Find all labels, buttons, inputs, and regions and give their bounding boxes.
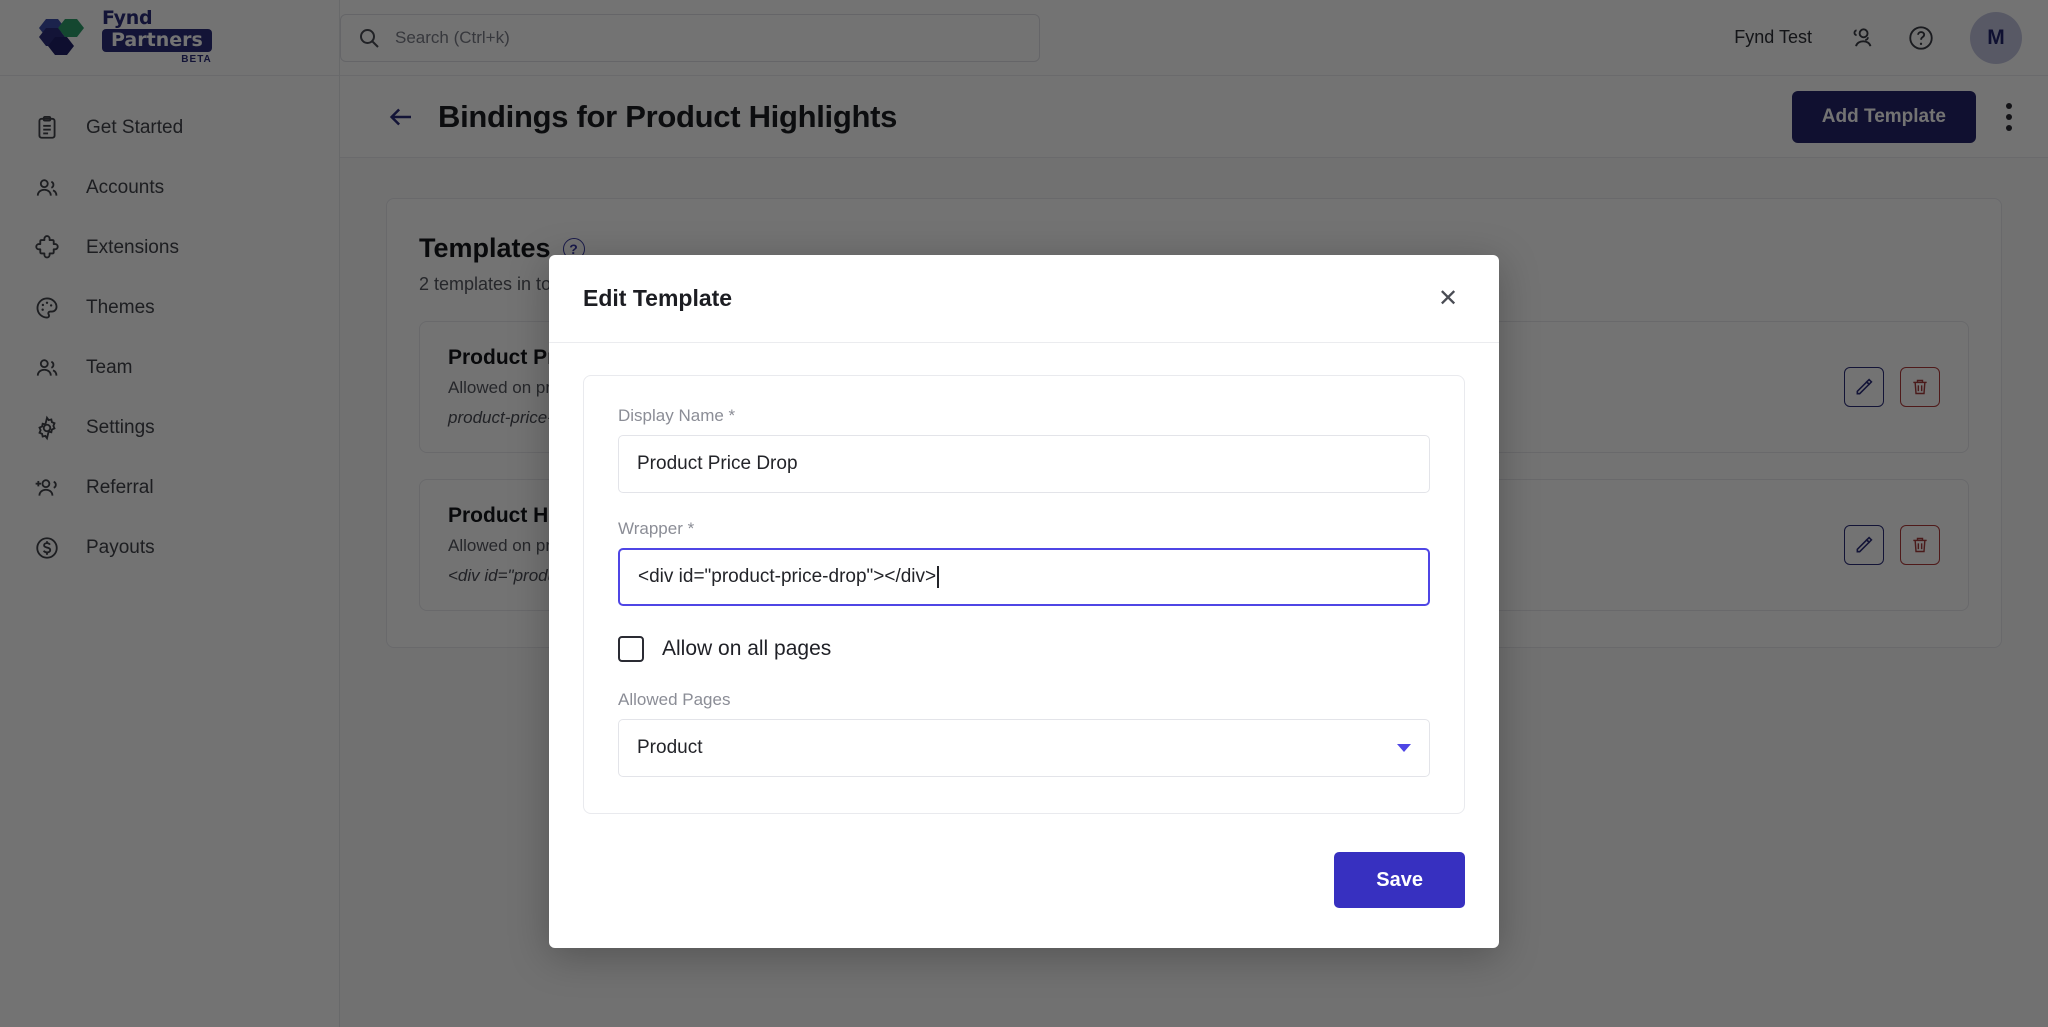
modal-body: Display Name * Product Price Drop Wrappe… <box>549 343 1499 842</box>
wrapper-input[interactable]: <div id="product-price-drop"></div> <box>618 548 1430 606</box>
display-name-value: Product Price Drop <box>637 453 798 474</box>
wrapper-field-group: Wrapper * <div id="product-price-drop"><… <box>618 519 1430 606</box>
chevron-down-icon <box>1397 744 1411 752</box>
save-button[interactable]: Save <box>1334 852 1465 908</box>
display-name-field-group: Display Name * Product Price Drop <box>618 406 1430 493</box>
allowed-pages-select[interactable]: Product <box>618 719 1430 777</box>
modal-title: Edit Template <box>583 285 733 311</box>
allowed-pages-field-group: Allowed Pages Product <box>618 690 1430 777</box>
app-root: Fynd Partners BETA Get Started <box>0 0 2048 1027</box>
display-name-input[interactable]: Product Price Drop <box>618 435 1430 493</box>
allowed-pages-label: Allowed Pages <box>618 690 731 709</box>
allow-all-pages-checkbox[interactable] <box>618 636 644 662</box>
wrapper-value: <div id="product-price-drop"></div> <box>638 566 937 587</box>
allowed-pages-value: Product <box>637 737 703 758</box>
close-icon[interactable]: ✕ <box>1431 282 1465 316</box>
display-name-label: Display Name * <box>618 406 736 425</box>
allow-all-pages-label: Allow on all pages <box>662 637 832 660</box>
text-cursor <box>937 566 939 588</box>
modal-footer: Save <box>549 842 1499 948</box>
allow-all-pages-row[interactable]: Allow on all pages <box>618 636 1430 662</box>
wrapper-label: Wrapper * <box>618 519 695 538</box>
modal-header: Edit Template ✕ <box>549 255 1499 343</box>
edit-template-modal: Edit Template ✕ Display Name * Product P… <box>549 255 1499 948</box>
edit-template-form: Display Name * Product Price Drop Wrappe… <box>583 375 1465 814</box>
